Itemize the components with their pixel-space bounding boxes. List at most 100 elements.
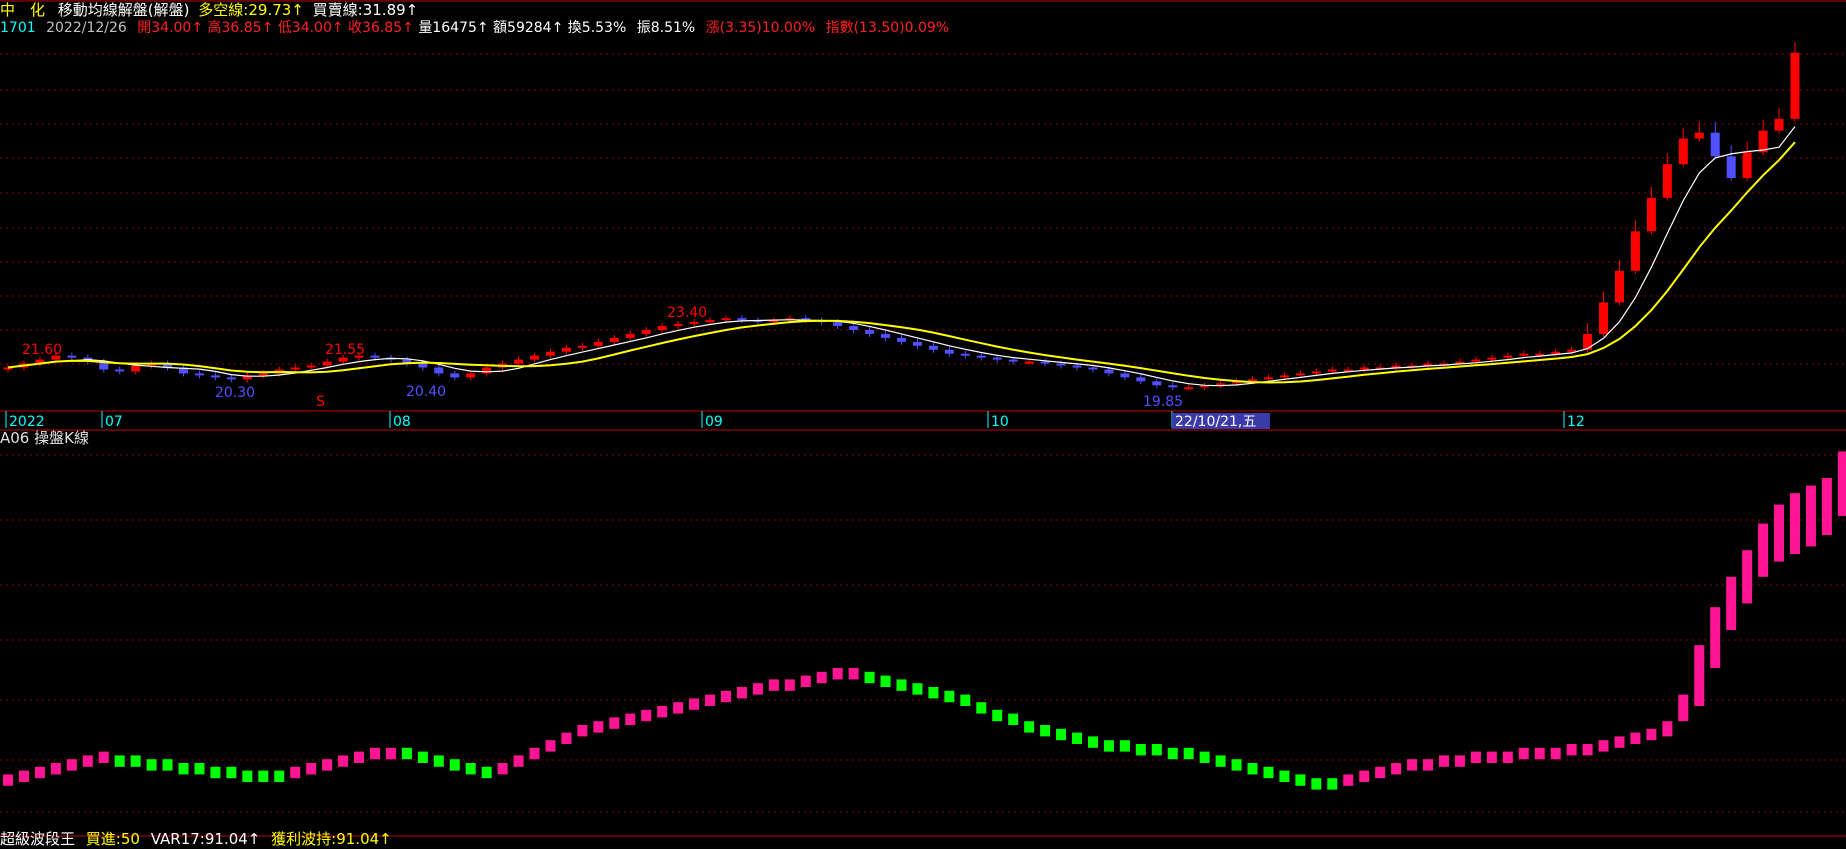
candle-body [912, 341, 922, 346]
oscillator-bar [178, 763, 189, 775]
candle-body [1742, 152, 1752, 179]
amplitude: 振8.51% [636, 20, 696, 36]
candle-body [1551, 351, 1561, 354]
oscillator-bar [705, 694, 716, 706]
oscillator-bar [210, 766, 221, 779]
oscillator-bar [1598, 740, 1609, 752]
candle-body [1311, 371, 1321, 374]
footer-profit: 獲利波持:91.04↑ [271, 830, 392, 848]
oscillator-bar [1710, 607, 1721, 668]
candle-body [928, 345, 938, 350]
candle-body [1614, 270, 1624, 303]
oscillator-bar [625, 713, 636, 725]
oscillator-bar [529, 747, 540, 760]
oscillator-bar [912, 683, 923, 695]
oscillator-bar [657, 706, 668, 718]
oscillator-bar [1343, 774, 1354, 786]
oscillator-bar [1566, 744, 1577, 756]
oscillator-bar [1486, 751, 1497, 763]
candle-body [1136, 377, 1146, 382]
oscillator-bar [481, 766, 492, 779]
candlestick-series [3, 41, 1800, 391]
candle-body [1279, 375, 1289, 378]
candle-body [1263, 377, 1273, 380]
candle-body [210, 375, 220, 378]
x-tick-label: 09 [705, 414, 723, 430]
oscillator-bar [1821, 478, 1832, 535]
oscillator-bar [497, 763, 508, 775]
candle-body [370, 355, 380, 358]
oscillator-bar [1056, 728, 1067, 741]
oscillator-bar [290, 766, 301, 779]
oscillator-bar [50, 763, 61, 775]
candle-body [194, 373, 204, 376]
oscillator-bar [1805, 485, 1816, 547]
amount: 額59284↑ [493, 20, 564, 36]
candle-body [545, 351, 555, 356]
oscillator-bar [1502, 751, 1513, 763]
oscillator-bar [226, 766, 237, 779]
oscillator-bar [1662, 721, 1673, 737]
sub-panel-grid [0, 454, 1846, 813]
oscillator-bar [1040, 725, 1051, 737]
candle-body [673, 324, 683, 327]
oscillator-bar [976, 702, 987, 714]
oscillator-bar [1247, 763, 1258, 775]
candle-body [1487, 357, 1497, 360]
stock-name[interactable]: 中 化 [0, 1, 45, 19]
oscillator-bar [1279, 770, 1290, 782]
x-tick-label: 22/10/21,五 [1175, 414, 1256, 430]
oscillator-bar [1024, 721, 1035, 733]
candle-body [226, 377, 236, 380]
oscillator-bar [1774, 504, 1785, 562]
oscillator-bar [449, 759, 460, 771]
title-bar: 中 化 移動均線解盤(解盤) 多空線:29.73↑ 買賣線:31.89↑ [0, 0, 418, 20]
price-change: 漲(3.35)10.00% [705, 20, 816, 36]
oscillator-bar [66, 759, 77, 771]
candle-body [1646, 197, 1656, 232]
oscillator-bar [561, 732, 572, 744]
annotation-low: 20.40 [406, 384, 446, 400]
main-panel-grid [0, 53, 1846, 365]
candle-body [1662, 164, 1672, 198]
oscillator-bar [593, 721, 604, 733]
low-price: 低34.00↑ [277, 20, 344, 36]
oscillator-bar [1263, 766, 1274, 779]
oscillator-bar [720, 690, 731, 703]
candle-body [1152, 381, 1162, 386]
candle-body [881, 333, 891, 338]
indicator-name: 移動均線解盤(解盤) [57, 1, 190, 19]
oscillator-bar [1087, 736, 1098, 748]
quote-date: 2022/12/26 [46, 20, 127, 36]
oscillator-bar [1199, 751, 1210, 763]
footer-name: 超級波段王 [0, 830, 76, 848]
quote-bar: 1701 2022/12/26 開34.00↑ 高36.85↑ 低34.00↑ … [0, 18, 949, 38]
annotation-high: 21.55 [325, 342, 365, 358]
candle-body [1710, 132, 1720, 157]
candle-body [1471, 359, 1481, 362]
oscillator-bar [34, 766, 45, 779]
candle-body [306, 365, 316, 368]
oscillator-bar [848, 668, 859, 680]
candle-body [1694, 132, 1704, 139]
oscillator-bar [1103, 740, 1114, 752]
oscillator-bar [1231, 759, 1242, 771]
oscillator-bar [130, 755, 141, 767]
oscillator-bar [385, 747, 396, 760]
oscillator-bar [944, 690, 955, 703]
oscillator-bar [1742, 550, 1753, 604]
oscillator-bar [1119, 740, 1130, 752]
oscillator-bar [960, 694, 971, 706]
candle-body [992, 357, 1002, 360]
oscillator-bar [1295, 774, 1306, 786]
candle-body [609, 337, 619, 342]
candle-body [290, 367, 300, 370]
candle-body [976, 355, 986, 358]
candle-body [1678, 138, 1688, 165]
candle-body [721, 318, 731, 321]
sub-panel-label: A06 操盤K線 [0, 429, 89, 447]
oscillator-bar [1359, 770, 1370, 782]
oscillator-bar [1135, 744, 1146, 756]
oscillator-bar [1582, 744, 1593, 756]
candle-body [514, 359, 524, 364]
